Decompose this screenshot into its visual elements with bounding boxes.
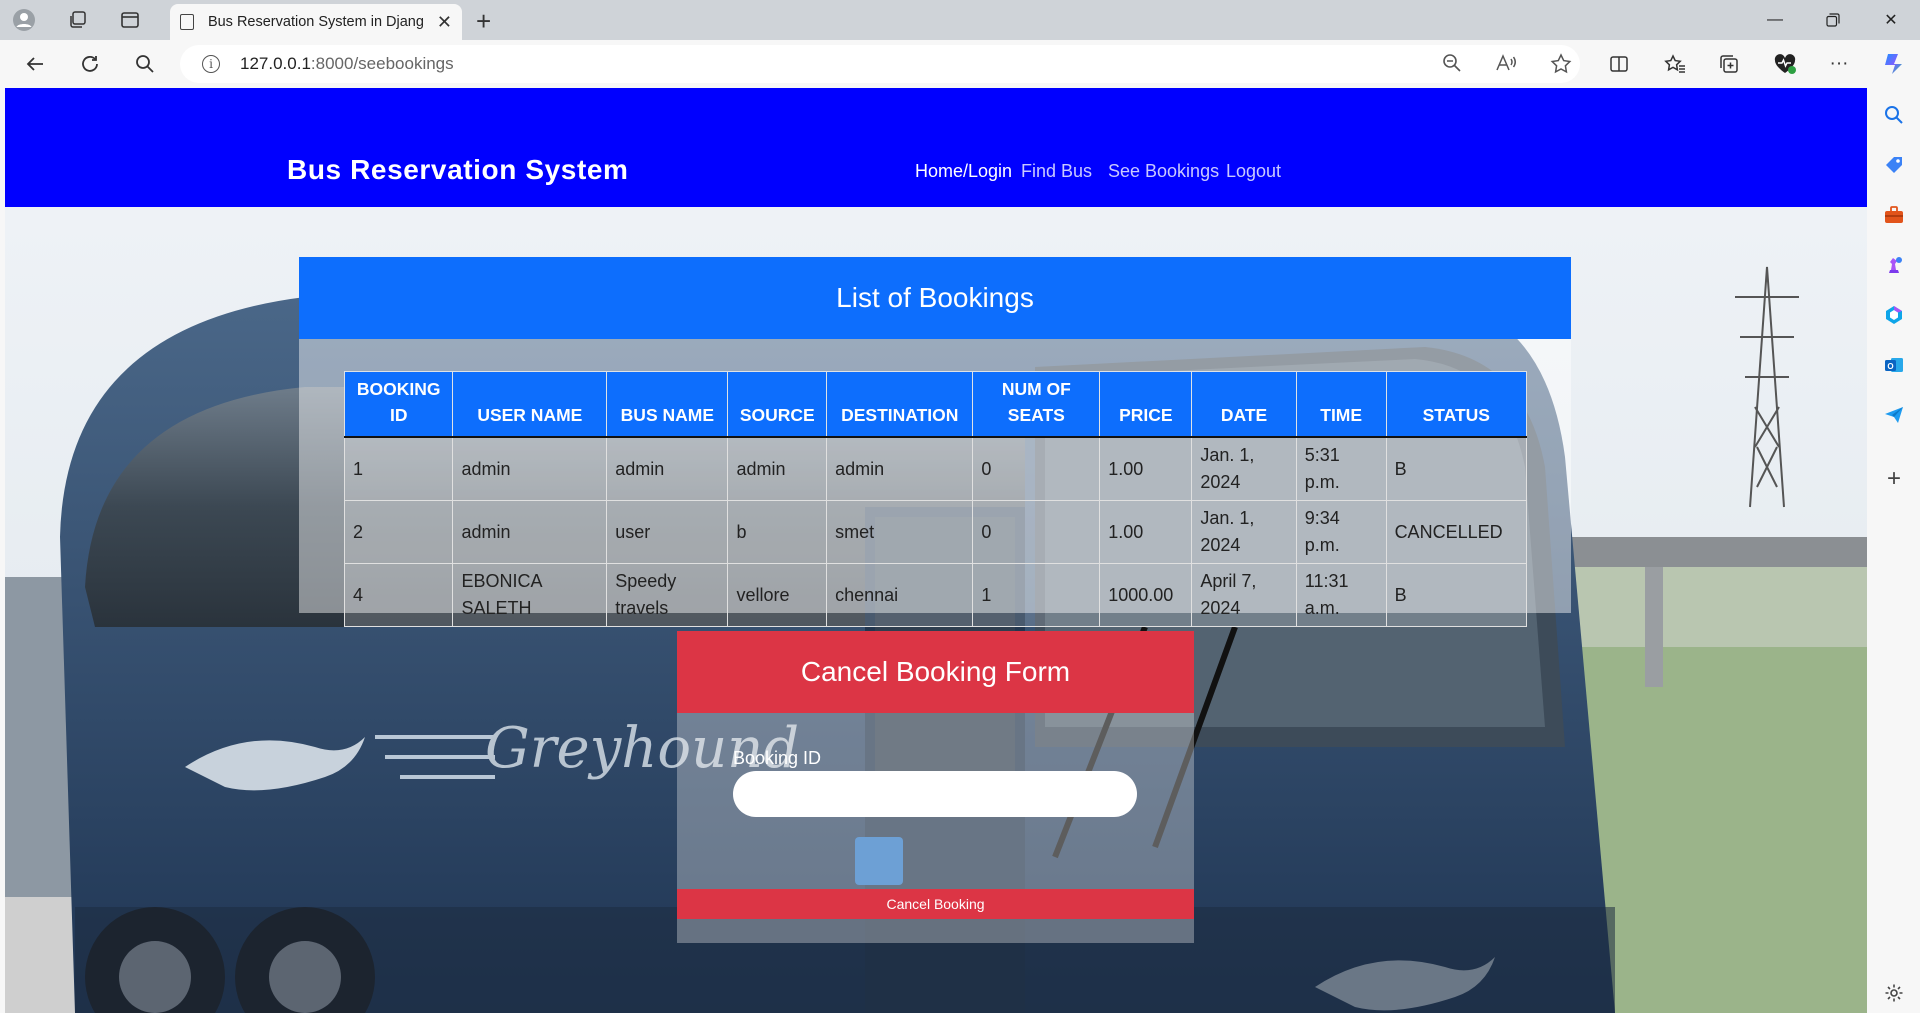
svg-text:O: O: [1887, 362, 1893, 371]
close-window-icon[interactable]: ✕: [1868, 6, 1914, 34]
collections-icon[interactable]: [1716, 51, 1742, 77]
cell-time: 5:31 p.m.: [1295, 436, 1387, 501]
favorites-icon[interactable]: [1662, 51, 1688, 77]
shopping-tag-icon[interactable]: [1881, 152, 1907, 178]
table-row: 2 admin user b smet 0 1.00 Jan. 1, 2024 …: [343, 500, 1528, 564]
browser-tab[interactable]: Bus Reservation System in Djang ✕: [170, 4, 462, 40]
vertical-tabs-icon[interactable]: [114, 4, 146, 36]
col-num-of-seats: NUM OF SEATS: [972, 371, 1101, 438]
col-time: TIME: [1295, 371, 1387, 438]
table-header-row: BOOKING ID USER NAME BUS NAME SOURCE DES…: [343, 371, 1528, 438]
minimize-icon[interactable]: —: [1752, 6, 1798, 34]
browser-sidebar: O +: [1867, 88, 1920, 1013]
tools-briefcase-icon[interactable]: [1881, 202, 1907, 228]
cell-source: admin: [727, 436, 828, 501]
cell-date: April 7, 2024: [1191, 563, 1297, 627]
microsoft-365-icon[interactable]: [1881, 302, 1907, 328]
cell-price: 1000.00: [1099, 563, 1193, 627]
tab-title: Bus Reservation System in Djang: [207, 14, 424, 30]
cell-time: 9:34 p.m.: [1295, 500, 1387, 564]
address-bar[interactable]: i 127.0.0.1:8000/seebookings: [180, 45, 1580, 83]
col-destination: DESTINATION: [826, 371, 974, 438]
cell-source: b: [727, 500, 828, 564]
profile-icon[interactable]: [8, 4, 40, 36]
site-info-icon[interactable]: i: [202, 55, 220, 73]
cell-user-name: admin: [452, 436, 608, 501]
col-date: DATE: [1191, 371, 1297, 438]
back-icon[interactable]: [20, 49, 50, 79]
cell-booking-id: 4: [343, 563, 454, 627]
site-brand[interactable]: Bus Reservation System: [287, 154, 629, 186]
bookings-title: List of Bookings: [299, 257, 1571, 339]
split-screen-icon[interactable]: [1606, 51, 1632, 77]
sidebar-search-icon[interactable]: [1881, 102, 1907, 128]
cell-bus-name: admin: [606, 436, 729, 501]
cell-time: 11:31 a.m.: [1295, 563, 1387, 627]
col-user-name: USER NAME: [452, 371, 608, 438]
read-aloud-icon[interactable]: [1495, 53, 1517, 79]
page-viewport: Greyhound Bus Reservation System Home/Lo…: [5, 88, 1867, 1013]
bookings-table: BOOKING ID USER NAME BUS NAME SOURCE DES…: [343, 371, 1528, 627]
cell-bus-name: Speedy travels: [606, 563, 729, 627]
cancel-form-title: Cancel Booking Form: [677, 631, 1194, 713]
col-booking-id: BOOKING ID: [343, 371, 454, 438]
close-tab-icon[interactable]: ✕: [437, 12, 452, 33]
url-text[interactable]: 127.0.0.1:8000/seebookings: [240, 54, 454, 74]
cell-status: B: [1385, 436, 1528, 501]
booking-id-input[interactable]: [733, 771, 1137, 817]
cell-status: CANCELLED: [1385, 500, 1528, 564]
new-tab-icon[interactable]: +: [476, 6, 491, 37]
nav-find-bus[interactable]: Find Bus: [1021, 161, 1092, 182]
col-source: SOURCE: [727, 371, 828, 438]
cell-bus-name: user: [606, 500, 729, 564]
games-chess-icon[interactable]: [1881, 252, 1907, 278]
cancel-booking-form: Cancel Booking Form Booking ID Cancel Bo…: [677, 631, 1194, 943]
nav-home-login[interactable]: Home/Login: [915, 161, 1012, 182]
search-icon[interactable]: [130, 49, 160, 79]
nav-logout[interactable]: Logout: [1226, 161, 1281, 182]
site-navbar: Bus Reservation System Home/Login Find B…: [5, 88, 1867, 207]
cell-num-of-seats: 0: [972, 436, 1101, 501]
table-row: 4 EBONICA SALETH Speedy travels vellore …: [343, 563, 1528, 627]
more-options-icon[interactable]: ···: [1826, 51, 1852, 77]
cell-destination: admin: [826, 436, 974, 501]
restore-icon[interactable]: [1810, 6, 1856, 34]
cell-status: B: [1385, 563, 1528, 627]
cell-user-name: EBONICA SALETH: [452, 563, 608, 627]
cell-destination: smet: [826, 500, 974, 564]
cancel-booking-button[interactable]: Cancel Booking: [677, 889, 1194, 919]
cell-num-of-seats: 1: [972, 563, 1101, 627]
cell-price: 1.00: [1099, 500, 1193, 564]
cell-source: vellore: [727, 563, 828, 627]
browser-essentials-icon[interactable]: [1772, 51, 1798, 77]
cell-user-name: admin: [452, 500, 608, 564]
send-telegram-icon[interactable]: [1881, 402, 1907, 428]
cell-num-of-seats: 0: [972, 500, 1101, 564]
cell-booking-id: 2: [343, 500, 454, 564]
booking-id-label: Booking ID: [733, 748, 822, 768]
cell-date: Jan. 1, 2024: [1191, 436, 1297, 501]
nav-see-bookings[interactable]: See Bookings: [1108, 161, 1219, 182]
refresh-icon[interactable]: [75, 49, 105, 79]
cell-price: 1.00: [1099, 436, 1193, 501]
zoom-out-icon[interactable]: [1442, 53, 1462, 79]
table-row: 1 admin admin admin admin 0 1.00 Jan. 1,…: [343, 436, 1528, 501]
outlook-icon[interactable]: O: [1881, 352, 1907, 378]
cell-destination: chennai: [826, 563, 974, 627]
bookings-panel: List of Bookings BOOKING ID USER NAME BU…: [299, 257, 1571, 627]
workspaces-icon[interactable]: [62, 4, 94, 36]
address-toolbar: i 127.0.0.1:8000/seebookings ···: [0, 40, 1920, 88]
add-sidebar-app-icon[interactable]: +: [1881, 465, 1907, 492]
col-status: STATUS: [1385, 371, 1528, 438]
cell-booking-id: 1: [343, 436, 454, 501]
browser-tab-strip: Bus Reservation System in Djang ✕ + — ✕: [0, 0, 1920, 40]
col-bus-name: BUS NAME: [606, 371, 729, 438]
col-price: PRICE: [1099, 371, 1193, 438]
cell-date: Jan. 1, 2024: [1191, 500, 1297, 564]
page-icon: [180, 14, 194, 30]
copilot-icon[interactable]: [1880, 51, 1906, 77]
sidebar-settings-gear-icon[interactable]: [1881, 980, 1907, 1006]
favorite-star-icon[interactable]: [1550, 53, 1572, 81]
